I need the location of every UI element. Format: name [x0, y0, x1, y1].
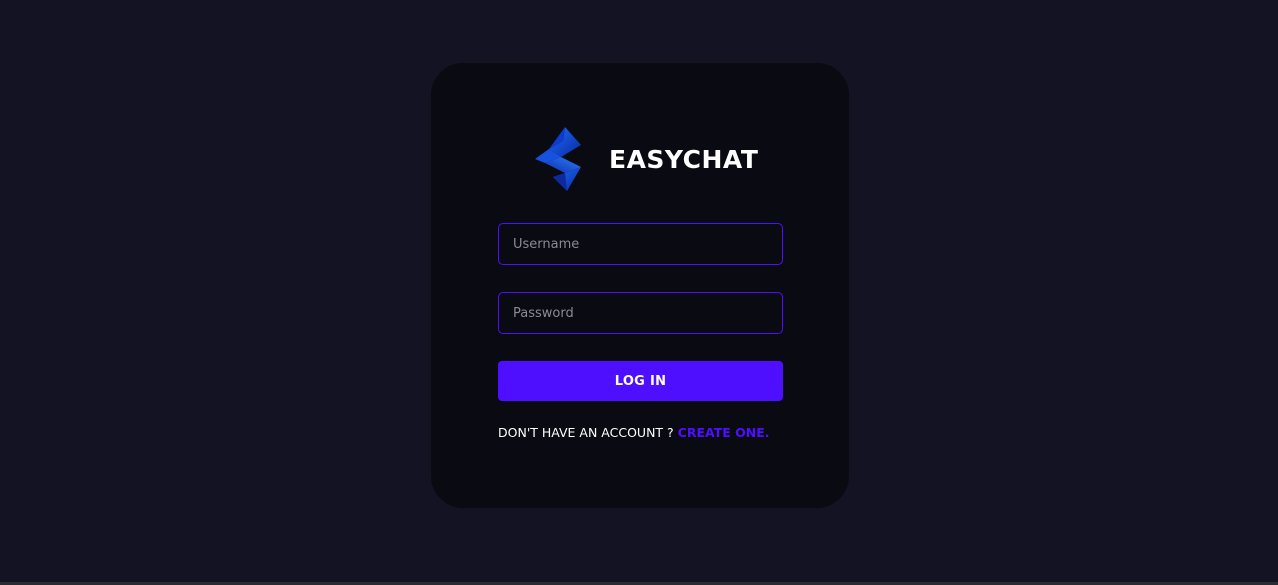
signup-prompt-text: DON'T HAVE AN ACCOUNT ? — [498, 425, 678, 440]
login-card: EASYCHAT LOG IN DON'T HAVE AN ACCOUNT ? … — [431, 63, 849, 508]
login-button[interactable]: LOG IN — [498, 361, 783, 401]
username-input[interactable] — [498, 223, 783, 265]
create-account-link[interactable]: CREATE ONE. — [678, 425, 770, 440]
signup-prompt: DON'T HAVE AN ACCOUNT ? CREATE ONE. — [498, 425, 783, 440]
brand: EASYCHAT — [531, 127, 758, 195]
password-input[interactable] — [498, 292, 783, 334]
app-name: EASYCHAT — [609, 144, 759, 174]
easychat-logo-icon — [535, 127, 581, 191]
login-page: EASYCHAT LOG IN DON'T HAVE AN ACCOUNT ? … — [0, 0, 1278, 585]
